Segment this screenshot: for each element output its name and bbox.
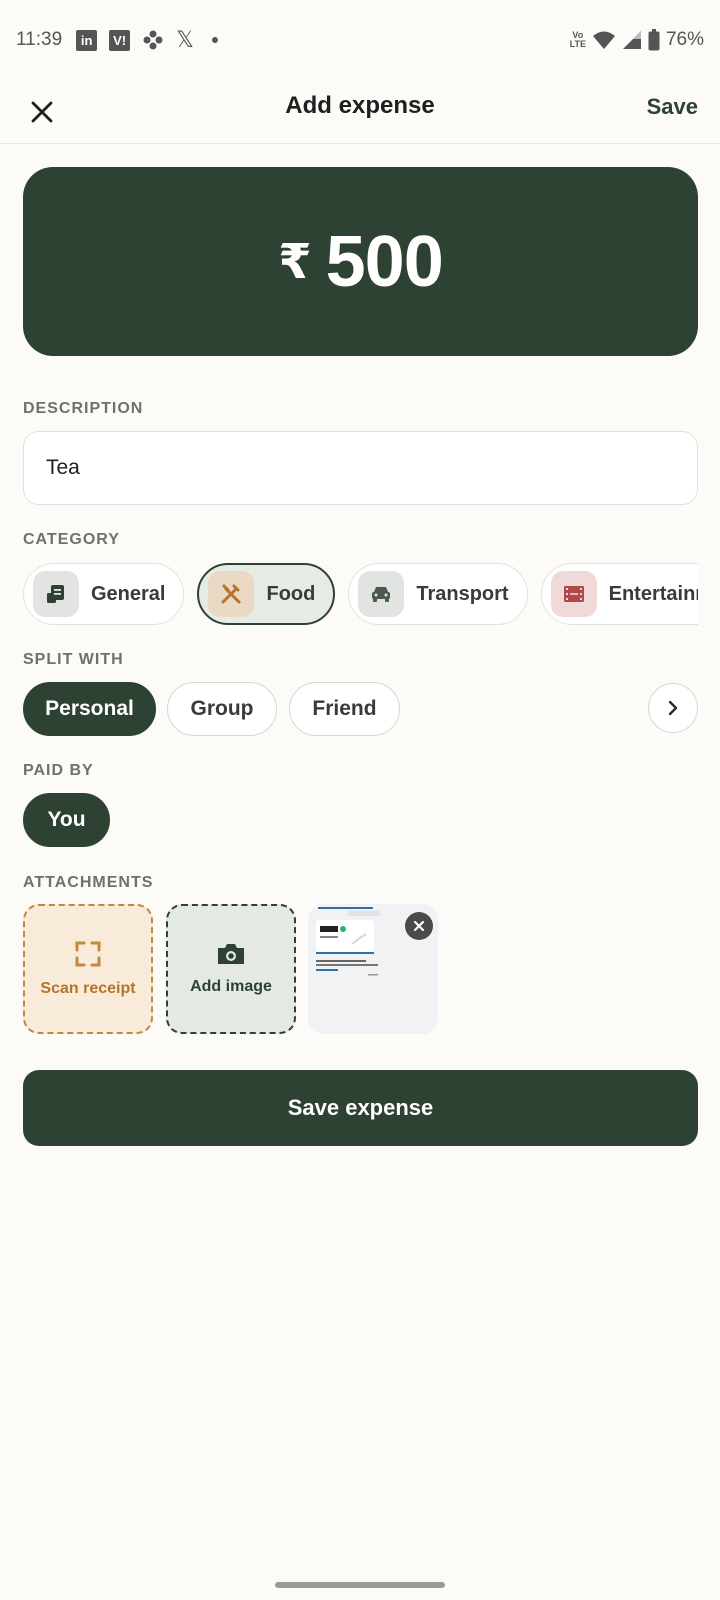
- status-time: 11:39: [16, 29, 63, 50]
- category-list: General Food Transport Entertainment: [23, 563, 698, 625]
- amount-value: 500: [325, 221, 444, 302]
- scan-receipt-button[interactable]: Scan receipt: [23, 904, 153, 1034]
- notification-dot-icon: [211, 37, 218, 43]
- category-label-entertainment: Entertainment: [608, 582, 698, 605]
- save-expense-button[interactable]: Save expense: [23, 1070, 698, 1146]
- attachments-label: ATTACHMENTS: [23, 874, 154, 891]
- film-icon: [550, 571, 597, 617]
- page-title: Add expense: [285, 92, 435, 119]
- signal-icon: [622, 30, 642, 50]
- category-chip-food[interactable]: Food: [197, 563, 336, 625]
- add-image-button[interactable]: Add image: [166, 904, 296, 1034]
- scan-icon: [75, 941, 101, 967]
- status-right: Vo LTE 76%: [570, 29, 704, 51]
- battery-percent: 76%: [665, 29, 704, 50]
- remove-attachment-button[interactable]: [405, 912, 433, 940]
- paid-by-chip[interactable]: You: [23, 793, 110, 847]
- wifi-icon: [592, 30, 616, 50]
- category-chip-general[interactable]: General: [23, 563, 185, 625]
- split-with-label: SPLIT WITH: [23, 651, 124, 668]
- top-app-bar: Add expense Save: [0, 80, 720, 144]
- status-bar: 11:39 in V! 𝕏 Vo LTE 76%: [0, 0, 720, 80]
- car-icon: [358, 571, 405, 617]
- category-label-food: Food: [266, 582, 316, 605]
- category-chip-transport[interactable]: Transport: [348, 563, 528, 625]
- volte-icon: Vo LTE: [570, 31, 586, 49]
- close-icon: [413, 920, 425, 932]
- volte-bottom: LTE: [569, 39, 586, 49]
- x-icon: 𝕏: [176, 27, 194, 52]
- currency-symbol: ₹: [278, 235, 312, 289]
- category-label: CATEGORY: [23, 531, 120, 548]
- utensils-icon: [208, 571, 255, 617]
- battery-icon: [648, 29, 660, 51]
- chevron-right-icon: [668, 700, 678, 716]
- category-label-general: General: [91, 582, 166, 605]
- paid-by-label: PAID BY: [23, 762, 94, 779]
- home-indicator[interactable]: [275, 1582, 445, 1588]
- split-option-personal[interactable]: Personal: [23, 682, 156, 736]
- add-image-label: Add image: [190, 978, 272, 995]
- save-button[interactable]: Save: [647, 94, 698, 120]
- pinwheel-icon: [142, 29, 164, 51]
- split-more-button[interactable]: [648, 683, 698, 733]
- linkedin-icon: in: [76, 29, 98, 51]
- split-option-group[interactable]: Group: [167, 682, 277, 736]
- camera-icon: [218, 944, 244, 964]
- amount-card[interactable]: ₹ 500: [23, 167, 698, 356]
- description-label: DESCRIPTION: [23, 400, 144, 417]
- category-chip-entertainment[interactable]: Entertainment: [540, 563, 698, 625]
- receipt-icon: [33, 571, 79, 617]
- vi-icon: V!: [109, 29, 131, 51]
- scan-receipt-label: Scan receipt: [40, 980, 136, 997]
- description-input[interactable]: [23, 431, 698, 505]
- status-left: 11:39 in V! 𝕏: [16, 27, 218, 53]
- category-label-transport: Transport: [416, 582, 509, 605]
- split-option-friend[interactable]: Friend: [289, 682, 400, 736]
